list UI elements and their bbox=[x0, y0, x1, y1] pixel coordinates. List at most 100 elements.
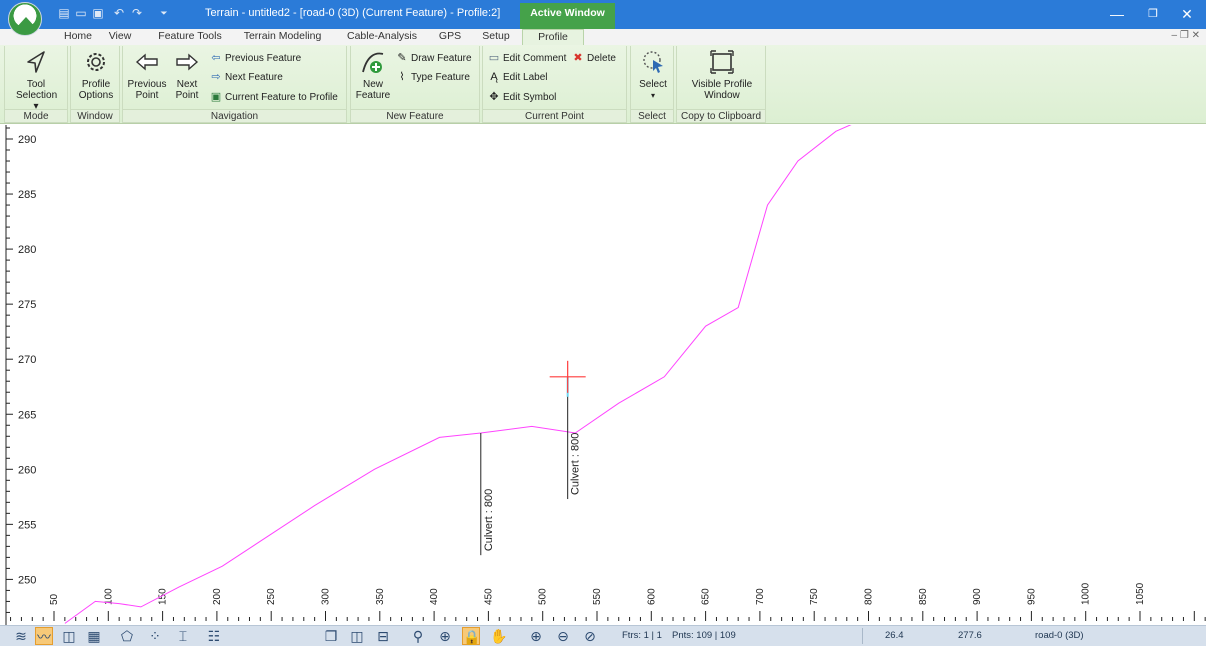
points-view-icon[interactable]: ⁘ bbox=[146, 627, 164, 645]
x-tick-label: 50 bbox=[49, 593, 60, 605]
group-select-label: Select bbox=[631, 109, 673, 122]
profile-chart[interactable]: 25025526026527027528028529050 100 150 200 25… bbox=[0, 125, 1206, 625]
feature-count: Ftrs: 1 | 1 bbox=[622, 630, 662, 641]
polygon-view-icon[interactable]: ⬠ bbox=[118, 627, 136, 645]
title-bar: ▤ ▭ ▣ ↶ ↷ ⏷ Terrain - untitled2 - [road-… bbox=[0, 0, 1206, 36]
group-mode-label: Mode bbox=[5, 109, 67, 122]
zoom-window-icon[interactable]: ⊕ bbox=[436, 627, 454, 645]
group-select: Select ▾ Select bbox=[630, 46, 674, 123]
visible-profile-window-button[interactable]: Visible Profile Window bbox=[679, 48, 765, 101]
profile-options-button[interactable]: Profile Options bbox=[73, 48, 119, 101]
open-folder-icon[interactable]: ▭ bbox=[74, 6, 88, 20]
group-navigation-label: Navigation bbox=[123, 109, 346, 122]
zoom-extents-icon[interactable]: ⊘ bbox=[581, 627, 599, 645]
edit-label-button[interactable]: Ą Edit Label bbox=[487, 69, 547, 86]
app-logo[interactable] bbox=[8, 2, 42, 36]
gear-icon bbox=[87, 53, 105, 71]
minimize-icon[interactable]: — bbox=[1102, 4, 1132, 24]
tab-home[interactable]: Home bbox=[58, 29, 98, 45]
previous-point-button[interactable]: Previous Point bbox=[125, 48, 169, 101]
zoom-out-icon[interactable]: ⊖ bbox=[554, 627, 572, 645]
draw-feature-button[interactable]: ✎ Draw Feature bbox=[395, 50, 472, 67]
delete-button[interactable]: ✖ Delete bbox=[571, 50, 616, 67]
select-label: Select bbox=[639, 79, 667, 90]
x-tick-label: 450 bbox=[483, 588, 494, 605]
type-feature-button[interactable]: ⌇ Type Feature bbox=[395, 69, 470, 86]
select-button[interactable]: Select ▾ bbox=[633, 48, 673, 101]
culvert-label: Culvert : 800 bbox=[483, 489, 495, 551]
current-feature-to-profile-button[interactable]: ▣ Current Feature to Profile bbox=[209, 89, 338, 106]
previous-feature-icon: ⇦ bbox=[211, 52, 221, 64]
tab-feature-tools[interactable]: Feature Tools bbox=[150, 29, 230, 45]
status-bar: ≋ 〰 ◫ ▦ ⬠ ⁘ ⌶ ☷ ❐ ◫ ⊟ ⚲ ⊕ 🔒 ✋ ⊕ ⊖ ⊘ Ftrs… bbox=[0, 625, 1206, 646]
layout-icon[interactable]: ☷ bbox=[205, 627, 223, 645]
save-icon[interactable]: ▣ bbox=[91, 6, 105, 20]
y-tick-label: 275 bbox=[18, 299, 36, 311]
redo-icon[interactable]: ↷ bbox=[130, 6, 144, 20]
select-dropdown-icon[interactable]: ▾ bbox=[633, 90, 673, 101]
edit-symbol-button[interactable]: ✥ Edit Symbol bbox=[487, 89, 556, 106]
3d-view-icon[interactable]: ◫ bbox=[60, 627, 78, 645]
select-icon bbox=[643, 51, 663, 73]
edit-label-label: Edit Label bbox=[503, 72, 548, 83]
current-feature-name: road-0 (3D) bbox=[1035, 630, 1084, 641]
y-tick-label: 280 bbox=[18, 244, 36, 256]
tile-vertical-icon[interactable]: ◫ bbox=[348, 627, 366, 645]
tool-selection-button[interactable]: Tool Selection ▾ bbox=[7, 48, 65, 112]
ribbon: Tool Selection ▾ Mode Profile Options Wi… bbox=[0, 45, 1206, 124]
cascade-windows-icon[interactable]: ❐ bbox=[322, 627, 340, 645]
x-tick-label: 350 bbox=[375, 588, 386, 605]
measure-icon[interactable]: ⌶ bbox=[174, 627, 192, 645]
profile-plot[interactable]: 250 255 260 265 270 275 280 285 290 50 100 150 200 25… bbox=[0, 125, 1206, 625]
edit-comment-label: Edit Comment bbox=[503, 53, 567, 64]
edit-symbol-label: Edit Symbol bbox=[503, 92, 557, 103]
next-feature-icon: ⇨ bbox=[211, 71, 221, 83]
tab-profile[interactable]: Profile bbox=[522, 29, 584, 45]
undo-icon[interactable]: ↶ bbox=[112, 6, 126, 20]
new-feature-icon bbox=[362, 52, 384, 73]
x-tick-label: 800 bbox=[864, 588, 875, 605]
tool-selection-label: Tool Selection ▾ bbox=[16, 79, 58, 112]
previous-feature-button[interactable]: ⇦ Previous Feature bbox=[209, 50, 301, 67]
zoom-in-icon[interactable]: ⊕ bbox=[527, 627, 545, 645]
edit-comment-button[interactable]: ▭ Edit Comment bbox=[487, 50, 567, 67]
grid-view-icon[interactable]: ▦ bbox=[85, 627, 103, 645]
restore-icon[interactable]: ❐ bbox=[1138, 4, 1168, 24]
next-feature-button[interactable]: ⇨ Next Feature bbox=[209, 69, 282, 86]
draw-feature-label: Draw Feature bbox=[411, 53, 472, 64]
type-feature-icon: ⌇ bbox=[399, 71, 405, 83]
tile-horizontal-icon[interactable]: ⊟ bbox=[374, 627, 392, 645]
tab-cable-analysis[interactable]: Cable-Analysis bbox=[342, 29, 422, 45]
new-file-icon[interactable]: ▤ bbox=[57, 6, 71, 20]
customize-qat-icon[interactable]: ⏷ bbox=[157, 6, 171, 20]
tab-setup[interactable]: Setup bbox=[476, 29, 516, 45]
y-tick-label: 255 bbox=[18, 519, 36, 531]
zoom-icon[interactable]: ⚲ bbox=[409, 627, 427, 645]
group-copy-to-clipboard-label: Copy to Clipboard bbox=[677, 109, 765, 122]
contours-icon[interactable]: ≋ bbox=[12, 627, 30, 645]
x-tick-label: 700 bbox=[755, 588, 766, 605]
tab-view[interactable]: View bbox=[102, 29, 138, 45]
y-tick-label: 285 bbox=[18, 189, 36, 201]
y-tick-label: 270 bbox=[18, 354, 36, 366]
label-icon: Ą bbox=[490, 71, 498, 83]
new-feature-button[interactable]: New Feature bbox=[353, 48, 393, 101]
x-tick-label: 200 bbox=[212, 588, 223, 605]
cursor-arrow-icon bbox=[27, 51, 45, 73]
pan-hand-icon[interactable]: ✋ bbox=[490, 627, 508, 645]
x-tick-label: 950 bbox=[1026, 588, 1037, 605]
profile-view-icon[interactable]: 〰 bbox=[35, 627, 53, 645]
x-tick-label: 1050 bbox=[1135, 582, 1146, 605]
x-tick-label: 900 bbox=[972, 588, 983, 605]
close-icon[interactable]: ✕ bbox=[1172, 4, 1202, 24]
document-window-controls[interactable]: – ❐ ✕ bbox=[1172, 30, 1200, 41]
lock-icon[interactable]: 🔒 bbox=[462, 627, 480, 645]
tab-gps[interactable]: GPS bbox=[430, 29, 470, 45]
next-point-button[interactable]: Next Point bbox=[169, 48, 205, 101]
coord-x: 26.4 bbox=[885, 630, 904, 641]
x-tick-label: 600 bbox=[646, 588, 657, 605]
tab-terrain-modeling[interactable]: Terrain Modeling bbox=[235, 29, 330, 45]
group-navigation: Previous Point Next Point ⇦ Previous Feat… bbox=[122, 46, 347, 123]
profile-options-label: Profile Options bbox=[78, 79, 114, 101]
next-point-label: Next Point bbox=[175, 79, 199, 101]
